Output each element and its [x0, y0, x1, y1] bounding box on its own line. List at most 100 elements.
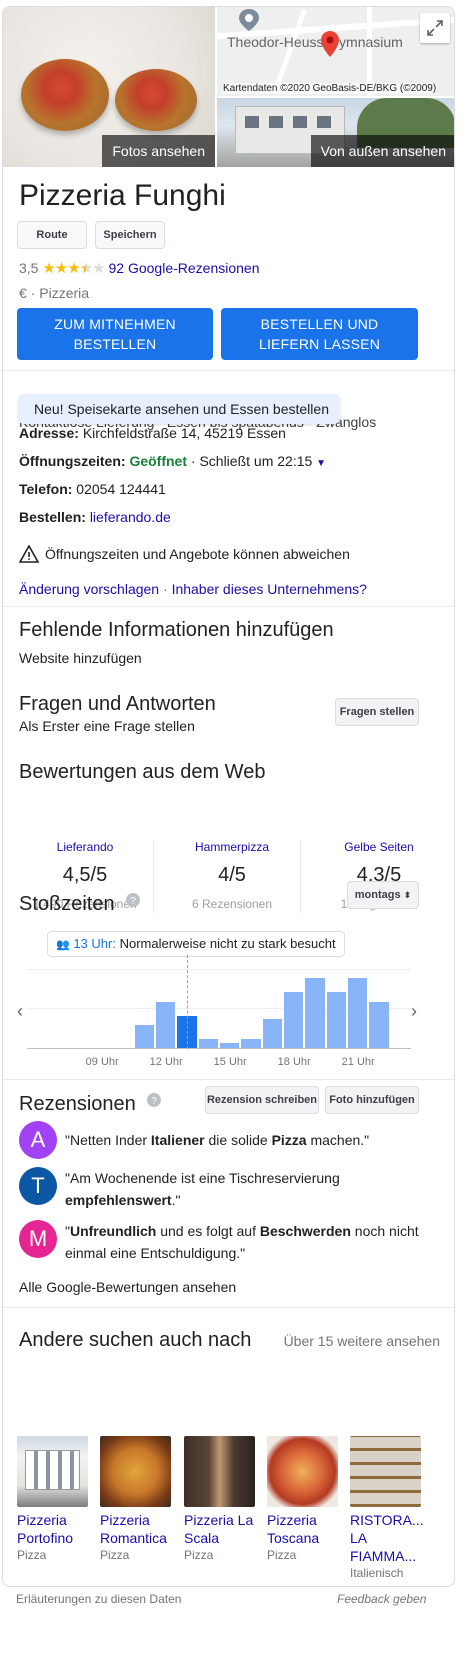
hours-row[interactable]: Öffnungszeiten: Geöffnet · Schließt um 2… [19, 453, 326, 469]
location-pin-icon [321, 31, 339, 57]
chevron-left-icon[interactable]: ‹ [17, 1001, 23, 1022]
owner-link[interactable]: Inhaber dieses Unternehmens? [172, 581, 367, 597]
chevron-right-icon[interactable]: › [411, 1001, 417, 1022]
hour-bar[interactable] [305, 978, 325, 1048]
reviews-heading: Rezensionen ? [19, 1093, 162, 1116]
ask-question-button[interactable]: Fragen stellen [335, 698, 419, 726]
school-icon [239, 9, 259, 31]
feedback-link[interactable]: Feedback geben [337, 1592, 426, 1606]
thumb-portofino[interactable] [17, 1436, 88, 1507]
map-label: Theodor-Heuss-Gymnasium [227, 34, 403, 50]
route-button[interactable]: Route [17, 221, 87, 249]
star-rating-icon: ★★★★★ [42, 260, 105, 277]
hour-bar[interactable] [220, 1043, 240, 1048]
address-value: Kirchfeldstraße 14, 45219 Essen [82, 425, 286, 441]
place-portofino[interactable]: Pizzeria Portofino Pizza [17, 1511, 91, 1563]
food-photo[interactable]: Fotos ansehen [3, 7, 215, 167]
warning-row: Öffnungszeiten und Angebote können abwei… [18, 544, 350, 563]
save-button[interactable]: Speichern [95, 221, 165, 249]
open-status: Geöffnet [129, 453, 187, 469]
address-row: Adresse: Kirchfeldstraße 14, 45219 Essen [19, 425, 286, 441]
reviews-link[interactable]: 92 Google-Rezensionen [109, 260, 260, 276]
thumb-la-fiamma[interactable] [350, 1436, 421, 1507]
expand-map-button[interactable] [420, 13, 450, 43]
suggest-edit-link[interactable]: Änderung vorschlagen [19, 581, 159, 597]
hour-bar[interactable] [284, 992, 304, 1048]
delivery-order-button[interactable]: BESTELLEN UND LIEFERN LASSEN [221, 308, 418, 360]
review-text: "Am Wochenende ist eine Tischreservierun… [65, 1170, 340, 1208]
qa-heading: Fragen und Antworten [19, 693, 216, 715]
outside-view-button[interactable]: Von außen ansehen [310, 135, 454, 167]
add-photo-button[interactable]: Foto hinzufügen [325, 1086, 419, 1114]
takeaway-order-button[interactable]: ZUM MITNEHMEN BESTELLEN [17, 308, 213, 360]
delivery-label: BESTELLEN UND LIEFERN LASSEN [258, 316, 381, 352]
review-text: "Unfreundlich und es folgt auf Beschwerd… [65, 1223, 419, 1261]
warning-text: Öffnungszeiten und Angebote können abwei… [45, 546, 350, 562]
svg-text:?: ? [130, 896, 136, 907]
day-select[interactable]: montags ⬍ [347, 881, 419, 909]
write-review-button[interactable]: Rezension schreiben [205, 1086, 319, 1114]
hero-images: Fotos ansehen Theodor-Heuss-Gymnasium Ka… [3, 7, 454, 167]
add-website-link[interactable]: Website hinzufügen [19, 650, 142, 666]
avatar: T [19, 1167, 57, 1205]
hour-bar[interactable] [326, 992, 346, 1048]
photos-button[interactable]: Fotos ansehen [102, 135, 215, 167]
place-la-fiamma[interactable]: RISTORA... LA FIAMMA... Italienisch [350, 1511, 424, 1581]
people-icon: 👥 [56, 939, 70, 951]
time-tick-label: 12 Uhr [149, 1056, 183, 1068]
popular-times-heading: Stoßzeiten ? [19, 893, 141, 916]
expand-icon [427, 20, 443, 36]
missing-info-heading: Fehlende Informationen hinzufügen [19, 619, 334, 641]
hour-bar[interactable] [262, 1019, 282, 1048]
category: Pizzeria [39, 285, 90, 301]
time-tick-label: 18 Uhr [277, 1056, 311, 1068]
review-score: 4,5/5 [62, 864, 108, 886]
price-level: € [19, 285, 27, 301]
avatar: A [19, 1121, 57, 1159]
time-tick-label: 15 Uhr [213, 1056, 247, 1068]
phone-value[interactable]: 02054 124441 [76, 481, 166, 497]
time-tick-label: 21 Uhr [341, 1056, 375, 1068]
first-question-link[interactable]: Als Erster eine Frage stellen [19, 718, 195, 734]
hour-bar[interactable] [156, 1002, 176, 1048]
hour-bar[interactable] [241, 1039, 261, 1048]
menu-banner[interactable]: Neu! Speisekarte ansehen und Essen beste… [18, 394, 340, 424]
map-credit: Kartendaten ©2020 GeoBasis-DE/BKG (©2009… [223, 83, 437, 94]
place-toscana[interactable]: Pizzeria Toscana Pizza [267, 1511, 341, 1563]
order-row: Bestellen: lieferando.de [19, 509, 171, 525]
place-romantica[interactable]: Pizzeria Romantica Pizza [100, 1511, 174, 1563]
bruschetta-left [21, 59, 109, 131]
see-more-link[interactable]: Über 15 weitere ansehen [284, 1333, 440, 1349]
tooltip-time: 13 Uhr: [73, 936, 116, 951]
map[interactable]: Theodor-Heuss-Gymnasium Kartendaten ©202… [217, 7, 454, 96]
all-reviews-link[interactable]: Alle Google-Bewertungen ansehen [19, 1279, 236, 1295]
web-review-hammerpizza[interactable]: Hammerpizza 4/5 6 Rezensionen [162, 840, 302, 911]
tooltip-text: Normalerweise nicht zu stark besucht [119, 936, 336, 951]
knowledge-panel: Fotos ansehen Theodor-Heuss-Gymnasium Ka… [2, 6, 455, 1587]
busyness-tooltip: 👥 13 Uhr: Normalerweise nicht zu stark b… [47, 931, 345, 957]
thumb-romantica[interactable] [100, 1436, 171, 1507]
price-category: € · Pizzeria [19, 285, 90, 301]
explain-data-link[interactable]: Erläuterungen zu diesen Daten [16, 1592, 181, 1606]
dropdown-arrow-icon[interactable]: ▼ [316, 458, 326, 469]
street-view-photo[interactable]: Von außen ansehen [217, 98, 454, 167]
order-link[interactable]: lieferando.de [90, 509, 171, 525]
place-la-scala[interactable]: Pizzeria La Scala Pizza [184, 1511, 258, 1563]
sort-icon: ⬍ [403, 890, 412, 900]
thumb-la-scala[interactable] [184, 1436, 255, 1507]
popular-times-chart [27, 955, 411, 1049]
bruschetta-right [115, 69, 197, 131]
phone-row: Telefon: 02054 124441 [19, 481, 166, 497]
hour-bar[interactable] [348, 978, 368, 1048]
thumb-toscana[interactable] [267, 1436, 338, 1507]
hour-bar[interactable] [134, 1025, 154, 1048]
business-name: Pizzeria Funghi [19, 179, 226, 212]
hour-bar[interactable] [369, 1002, 389, 1048]
help-icon[interactable]: ? [147, 1093, 162, 1107]
review-count: 6 Rezensionen [191, 897, 273, 911]
also-search-heading: Andere suchen auch nach [19, 1329, 252, 1351]
hour-bar[interactable] [198, 1039, 218, 1048]
edit-links: Änderung vorschlagen · Inhaber dieses Un… [19, 581, 367, 597]
review-score: 4/5 [218, 864, 246, 886]
help-icon[interactable]: ? [126, 893, 141, 907]
